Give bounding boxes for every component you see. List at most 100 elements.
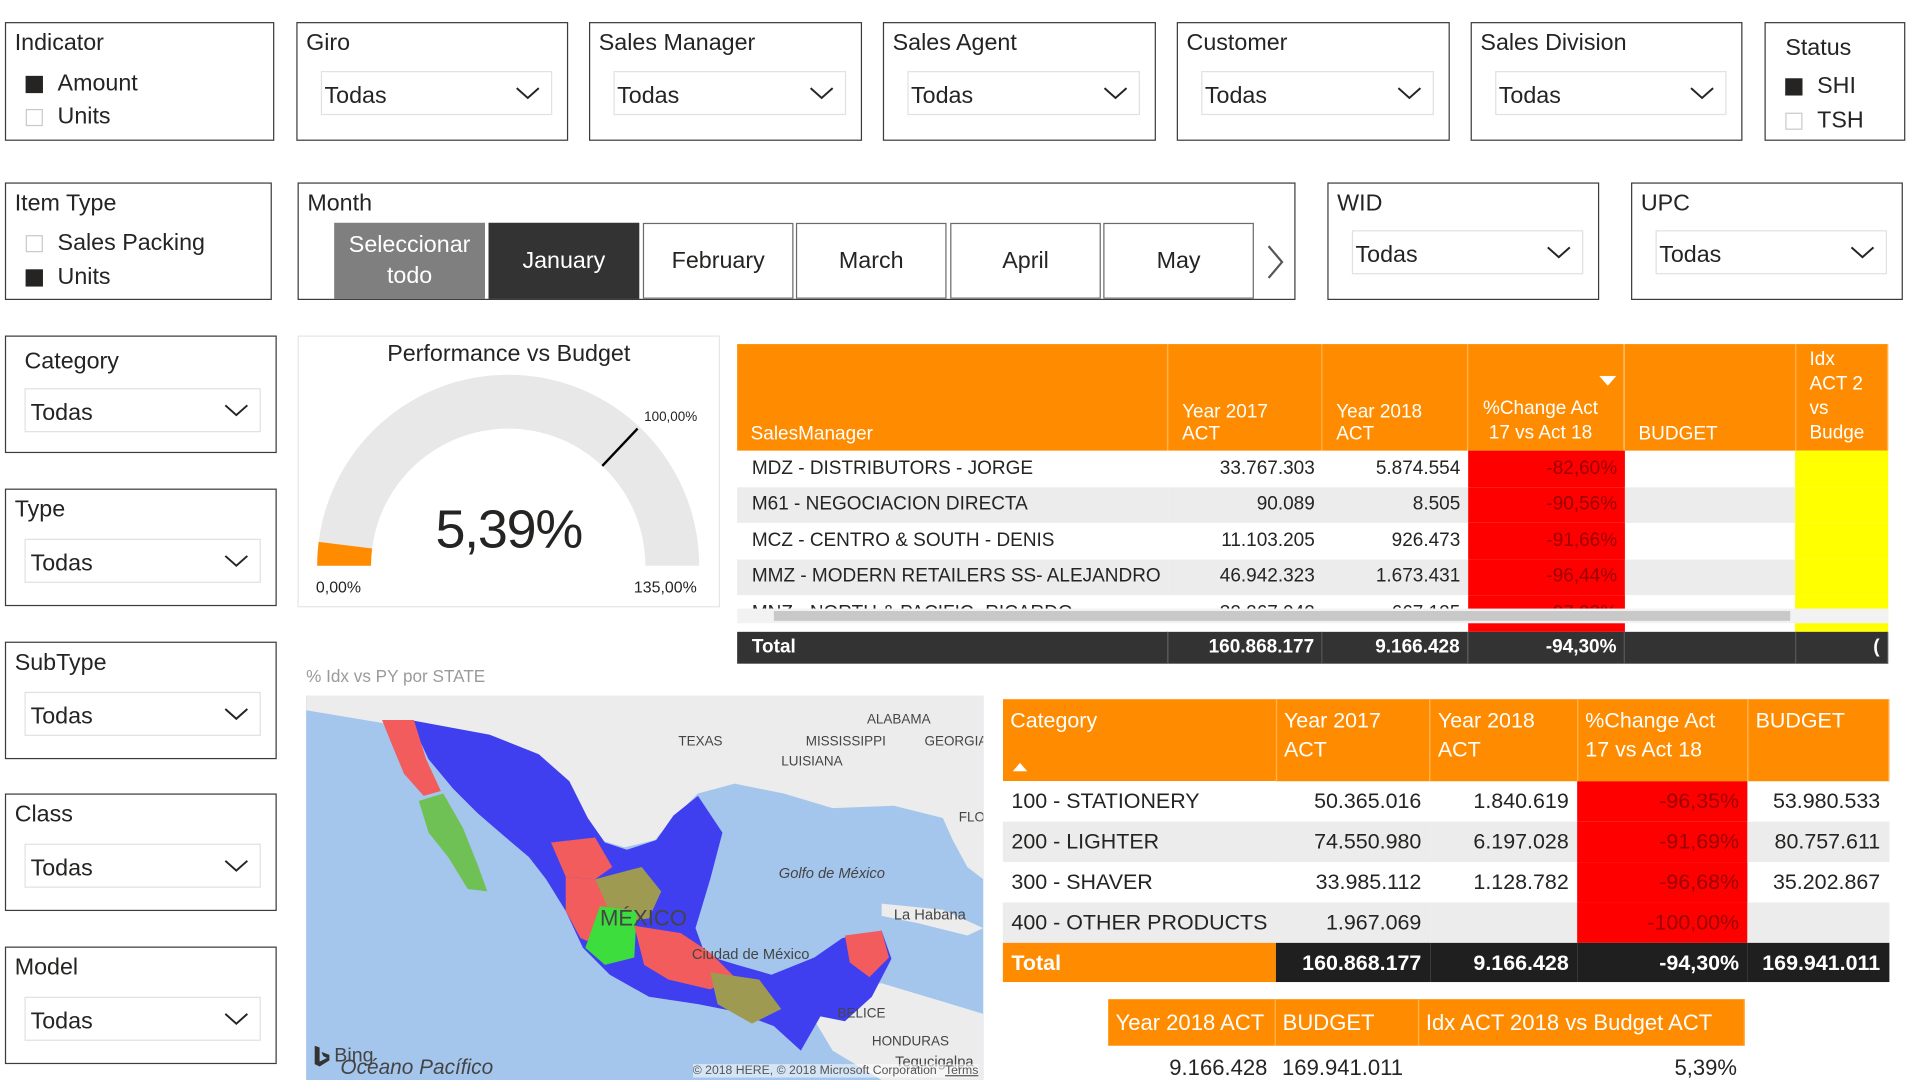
total-year-2018: 9.166.428 — [1322, 631, 1469, 664]
column-header[interactable]: SalesManager — [737, 344, 1169, 451]
horizontal-scrollbar[interactable] — [737, 608, 1889, 624]
chevron-down-icon — [1397, 87, 1422, 100]
option-label: Units — [57, 104, 111, 130]
indicator-option-units[interactable]: Units — [25, 104, 111, 131]
gauge-chart — [317, 374, 700, 566]
indicator-option-amount[interactable]: Amount — [25, 71, 138, 98]
cell-budget: 80.757.611 — [1747, 821, 1889, 863]
month-select-all-tile[interactable]: Seleccionar todo — [334, 222, 485, 299]
column-header[interactable]: Year 2017 ACT — [1168, 344, 1323, 451]
header-label: Category — [1010, 707, 1098, 733]
total-year-2017: 160.868.177 — [1168, 631, 1323, 664]
sales-agent-dropdown[interactable]: Todas — [907, 71, 1141, 116]
slicer-title: Giro — [306, 30, 351, 57]
item-type-option-units[interactable]: Units — [25, 264, 111, 291]
wid-dropdown[interactable]: Todas — [1351, 230, 1584, 275]
total-budget — [1624, 631, 1797, 664]
table-row[interactable]: 100 - STATIONERY 50.365.016 1.840.619 -96,3… — [1003, 781, 1889, 822]
dropdown-value: Todas — [1355, 242, 1418, 269]
model-dropdown[interactable]: Todas — [24, 996, 261, 1041]
column-header[interactable]: Year 2018 ACT — [1429, 699, 1578, 782]
dropdown-value: Todas — [1498, 83, 1561, 109]
table-row[interactable]: 400 - OTHER PRODUCTS 1.967.069 -100,00% — [1002, 902, 1889, 943]
table-row[interactable]: MCZ - CENTRO & SOUTH - DENIS 11.103.205 92… — [737, 522, 1888, 559]
map-label: FLOR — [958, 810, 983, 826]
chevron-down-icon — [1103, 87, 1128, 100]
slicer-title: WID — [1337, 191, 1383, 217]
column-header[interactable]: %Change Act 17 vs Act 18 — [1577, 699, 1749, 782]
cell-year-2017: 33.985.112 — [1315, 869, 1422, 894]
class-dropdown[interactable]: Todas — [24, 843, 261, 888]
giro-dropdown[interactable]: Todas — [320, 71, 553, 116]
chevron-down-icon — [1850, 246, 1875, 259]
terms-link[interactable]: Terms — [945, 1064, 978, 1077]
table-row[interactable]: 200 - LIGHTER 74.550.980 6.197.028 -91,69% 8… — [1002, 821, 1889, 863]
column-header[interactable]: BUDGET — [1274, 999, 1419, 1046]
slicer-title: Model — [14, 955, 79, 981]
column-header[interactable]: Year 2018 ACT — [1322, 344, 1469, 451]
dropdown-value: Todas — [324, 83, 387, 109]
column-header[interactable]: BUDGET — [1624, 344, 1797, 451]
scrollbar-thumb[interactable] — [773, 611, 1791, 621]
state-map[interactable]: ALABAMA TEXAS MISSISSIPPI GEORGIA LUISIANA FL… — [306, 695, 984, 1080]
cell-category: 300 - SHAVER — [1011, 869, 1153, 894]
sales-manager-dropdown[interactable]: Todas — [613, 71, 847, 116]
chevron-down-icon — [224, 860, 248, 872]
column-header[interactable]: Idx ACT 2 vs Budge — [1795, 344, 1889, 451]
column-header-sorted[interactable]: %Change Act 17 vs Act 18 — [1467, 344, 1626, 451]
gauge-max-label: 135,00% — [633, 577, 697, 597]
cell-change: -96,35% — [1577, 781, 1748, 822]
status-option-shi[interactable]: SHI — [1785, 73, 1856, 100]
month-tile-march[interactable]: March — [795, 222, 947, 299]
cell-category: 400 - OTHER PRODUCTS — [1002, 902, 1277, 943]
table-row[interactable]: 300 - SHAVER 33.985.112 1.128.782 -96,68% 35… — [1003, 862, 1889, 903]
checkbox-icon — [1785, 78, 1803, 96]
slicer-title: Sales Manager — [598, 30, 756, 57]
cell-change: -91,69% — [1577, 821, 1748, 863]
column-header[interactable]: Idx ACT 2018 vs Budget ACT — [1417, 999, 1745, 1046]
cell-budget — [1747, 902, 1889, 943]
table-row[interactable]: MMZ - MODERN RETAILERS SS- ALEJANDRO 46.9… — [737, 558, 1888, 596]
subtype-dropdown[interactable]: Todas — [24, 691, 261, 736]
cell-budget: 35.202.867 — [1772, 869, 1881, 894]
cell-year-2018: 1.840.619 — [1473, 788, 1569, 814]
chevron-down-icon — [1547, 246, 1571, 259]
option-label: SHI — [1817, 73, 1856, 100]
month-tile-february[interactable]: February — [642, 222, 794, 299]
upc-dropdown[interactable]: Todas — [1655, 230, 1887, 275]
chevron-down-icon — [1690, 87, 1714, 100]
sales-division-dropdown[interactable]: Todas — [1495, 71, 1727, 116]
cell-change: -96,44% — [1467, 558, 1625, 596]
map-label: Ciudad de México — [691, 945, 810, 963]
month-tile-january[interactable]: January — [488, 222, 640, 299]
item-type-option-sales-packing[interactable]: Sales Packing — [25, 230, 205, 257]
wid-slicer: WID Todas — [1327, 182, 1600, 301]
slicer-title: UPC — [1640, 191, 1690, 217]
column-header[interactable]: BUDGET — [1747, 699, 1890, 782]
sort-descending-icon — [1599, 375, 1617, 386]
cell-year-2018 — [1429, 902, 1578, 943]
option-label: Units — [57, 264, 111, 291]
gauge-value: 5,39% — [435, 499, 583, 560]
dropdown-value: Todas — [1659, 242, 1722, 269]
map-title: % Idx vs PY por STATE — [306, 666, 486, 686]
total-change: -94,30% — [1577, 942, 1748, 983]
table-row[interactable]: M61 - NEGOCIACION DIRECTA 90.089 8.505 -90,… — [737, 486, 1888, 523]
category-dropdown[interactable]: Todas — [24, 388, 261, 433]
chevron-right-icon[interactable] — [1264, 242, 1286, 281]
type-dropdown[interactable]: Todas — [24, 538, 261, 583]
option-label: Amount — [57, 71, 138, 97]
cell-category: 200 - LIGHTER — [1002, 821, 1277, 863]
month-tile-april[interactable]: April — [950, 222, 1101, 299]
column-header[interactable]: Year 2018 ACT — [1108, 999, 1276, 1046]
column-header[interactable]: Year 2017 ACT — [1276, 699, 1431, 782]
total-year-2017: 160.868.177 — [1276, 942, 1430, 983]
cell-budget — [1624, 451, 1795, 487]
customer-dropdown[interactable]: Todas — [1201, 71, 1434, 116]
cell-budget — [1624, 558, 1796, 596]
table-row[interactable]: MDZ - DISTRIBUTORS - JORGE 33.767.303 5.87… — [737, 450, 1888, 487]
month-tile-may[interactable]: May — [1103, 222, 1254, 299]
status-option-tsh[interactable]: TSH — [1785, 108, 1864, 135]
column-header-sorted[interactable]: Category — [1002, 699, 1277, 782]
total-idx: ( — [1795, 631, 1889, 664]
